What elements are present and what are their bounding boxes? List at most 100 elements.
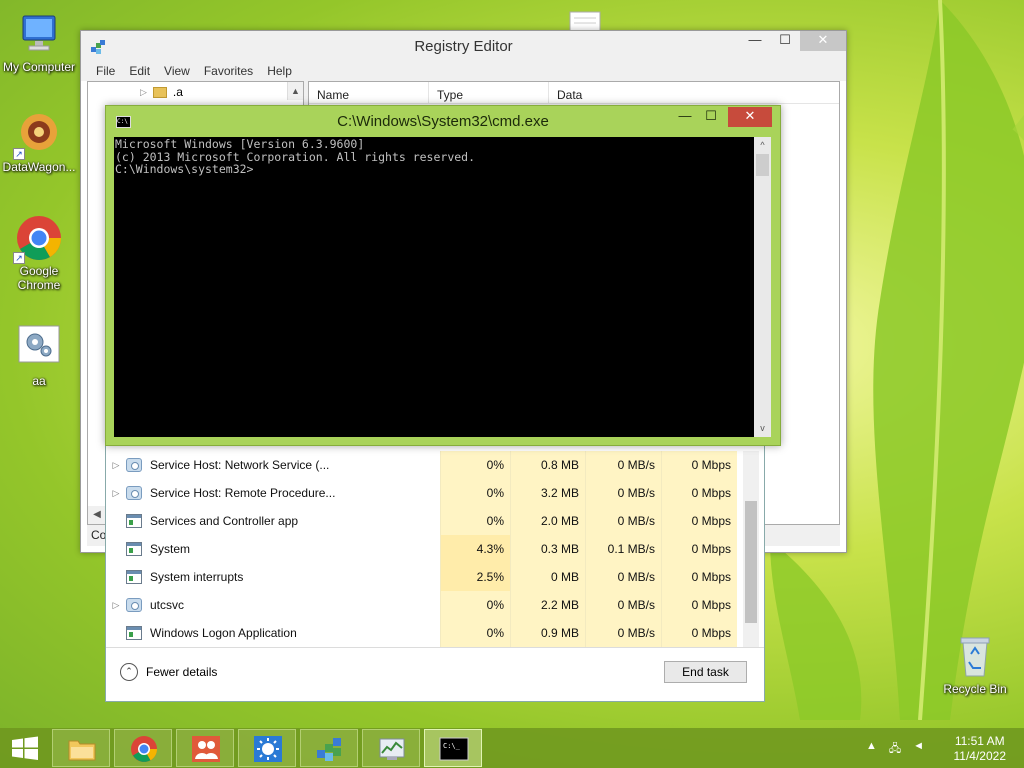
notepad-icon[interactable] xyxy=(568,10,602,32)
process-disk-cell: 0.1 MB/s xyxy=(585,535,661,563)
sun-icon xyxy=(254,736,282,762)
taskbar-command-prompt[interactable]: C:\_ xyxy=(424,729,482,767)
end-task-button[interactable]: End task xyxy=(664,661,747,683)
menu-file[interactable]: File xyxy=(89,61,122,81)
process-row[interactable]: ▷ Service Host: Remote Procedure... 0% 3.2 … xyxy=(106,479,746,507)
desktop-icon-label: My Computer xyxy=(2,60,76,74)
process-row[interactable]: ▷ utcsvc 0% 2.2 MB 0 MB/s 0 Mbps xyxy=(106,591,746,619)
taskbar-registry-editor[interactable] xyxy=(300,729,358,767)
process-memory-cell: 3.2 MB xyxy=(510,479,585,507)
clock-time: 11:51 AM xyxy=(954,734,1005,748)
chrome-icon xyxy=(131,736,158,762)
start-button[interactable] xyxy=(0,728,50,768)
process-disk-cell: 0 MB/s xyxy=(585,619,661,647)
scroll-up-button[interactable]: ▲ xyxy=(287,82,303,100)
process-row[interactable]: System 4.3% 0.3 MB 0.1 MB/s 0 Mbps xyxy=(106,535,746,563)
expand-arrow-icon[interactable]: ▷ xyxy=(106,488,126,499)
process-network-cell: 0 Mbps xyxy=(661,479,737,507)
process-network-cell: 0 Mbps xyxy=(661,591,737,619)
process-disk-cell: 0 MB/s xyxy=(585,591,661,619)
process-memory-cell: 0 MB xyxy=(510,563,585,591)
scroll-up-button[interactable]: ^ xyxy=(754,137,771,154)
desktop-icon-recycle-bin[interactable]: Recycle Bin xyxy=(937,632,1013,696)
chevron-up-icon: ⌃ xyxy=(120,663,138,681)
expand-arrow-icon[interactable]: ▷ xyxy=(106,460,126,471)
console-line: Microsoft Windows [Version 6.3.9600] xyxy=(115,137,365,151)
process-network-cell: 0 Mbps xyxy=(661,507,737,535)
taskbar-people[interactable] xyxy=(176,729,234,767)
taskbar-google-chrome[interactable] xyxy=(114,729,172,767)
process-disk-cell: 0 MB/s xyxy=(585,507,661,535)
process-cpu-cell: 2.5% xyxy=(440,563,510,591)
maximize-button[interactable]: ☐ xyxy=(770,31,800,51)
minimize-button[interactable]: — xyxy=(672,107,698,127)
show-hidden-icons-icon[interactable]: ▲ xyxy=(866,740,877,759)
registry-editor-icon xyxy=(317,738,341,761)
scroll-down-button[interactable]: v xyxy=(754,420,771,437)
process-row[interactable]: Services and Controller app 0% 2.0 MB 0 MB/… xyxy=(106,507,746,535)
column-header-data[interactable]: Data xyxy=(549,82,819,103)
scrollbar-thumb[interactable] xyxy=(745,501,757,623)
desktop-icon-my-computer[interactable]: My Computer xyxy=(1,10,77,74)
fewer-details-label: Fewer details xyxy=(146,665,218,679)
expand-arrow-icon[interactable]: ▷ xyxy=(140,87,147,98)
process-row[interactable]: ▷ Service Host: Network Service (... 0% 0.8… xyxy=(106,451,746,479)
process-cpu-cell: 0% xyxy=(440,591,510,619)
desktop-icon-aa[interactable]: aa xyxy=(1,324,77,388)
fewer-details-toggle[interactable]: ⌃ Fewer details xyxy=(120,663,217,681)
maximize-button[interactable]: ☐ xyxy=(698,107,724,127)
expand-arrow-icon[interactable]: ▷ xyxy=(106,600,126,611)
desktop-icon-datawagon[interactable]: ↗ DataWagon... xyxy=(1,110,77,174)
close-button[interactable]: ✕ xyxy=(800,31,846,51)
volume-icon[interactable]: ◄ xyxy=(913,740,924,759)
svg-text:C:\_: C:\_ xyxy=(443,742,461,750)
process-memory-cell: 0.9 MB xyxy=(510,619,585,647)
scroll-left-button[interactable]: ◀ xyxy=(88,506,106,524)
process-name: Services and Controller app xyxy=(150,514,299,528)
application-icon xyxy=(126,570,142,584)
minimize-button[interactable]: — xyxy=(740,31,770,51)
network-icon[interactable]: 🖧 xyxy=(889,740,901,759)
clock[interactable]: 11:51 AM 11/4/2022 xyxy=(954,734,1007,764)
window-title: Registry Editor xyxy=(414,38,513,55)
menu-help[interactable]: Help xyxy=(260,61,299,81)
process-name: Service Host: Remote Procedure... xyxy=(150,486,336,500)
registry-editor-titlebar[interactable]: Registry Editor — ☐ ✕ xyxy=(81,31,846,61)
task-manager-icon xyxy=(379,738,405,760)
taskbar-file-explorer[interactable] xyxy=(52,729,110,767)
process-memory-cell: 0.3 MB xyxy=(510,535,585,563)
desktop-icon-label: Google Chrome xyxy=(17,264,61,292)
chrome-icon: ↗ xyxy=(13,214,63,264)
close-button[interactable]: ✕ xyxy=(728,107,772,127)
tree-item[interactable]: ▷ .a xyxy=(140,85,183,99)
menu-view[interactable]: View xyxy=(157,61,197,81)
console-scrollbar[interactable]: ^ v xyxy=(754,137,771,437)
process-list-scrollbar[interactable]: ⌄ xyxy=(743,451,759,659)
process-name: Windows Logon Application xyxy=(150,626,297,640)
process-network-cell: 0 Mbps xyxy=(661,563,737,591)
console-output[interactable]: Microsoft Windows [Version 6.3.9600] (c)… xyxy=(114,137,754,437)
column-header-type[interactable]: Type xyxy=(429,82,549,103)
desktop-icon-google-chrome[interactable]: ↗ Google Chrome xyxy=(1,214,77,292)
scrollbar-thumb[interactable] xyxy=(756,154,769,176)
taskbar-task-manager[interactable] xyxy=(362,729,420,767)
process-memory-cell: 2.2 MB xyxy=(510,591,585,619)
application-icon xyxy=(126,542,142,556)
clock-date: 11/4/2022 xyxy=(953,749,1007,763)
cmd-titlebar[interactable]: C:\ C:\Windows\System32\cmd.exe — ☐ ✕ xyxy=(106,106,780,136)
taskbar-sun-app[interactable] xyxy=(238,729,296,767)
process-list[interactable]: ▷ Service Host: Network Service (... 0% 0.8… xyxy=(106,451,746,647)
menu-edit[interactable]: Edit xyxy=(122,61,157,81)
process-disk-cell: 0 MB/s xyxy=(585,451,661,479)
menu-favorites[interactable]: Favorites xyxy=(197,61,260,81)
column-header-name[interactable]: Name xyxy=(309,82,429,103)
process-row[interactable]: System interrupts 2.5% 0 MB 0 MB/s 0 Mbps xyxy=(106,563,746,591)
column-header-row: Name Type Data xyxy=(309,82,839,104)
process-network-cell: 0 Mbps xyxy=(661,535,737,563)
process-name: utcsvc xyxy=(150,598,185,612)
task-manager-window[interactable]: ▷ Service Host: Network Service (... 0% 0.8… xyxy=(105,440,765,702)
command-prompt-icon: C:\_ xyxy=(439,737,469,761)
desktop-icon-label: aa xyxy=(32,374,46,388)
process-row[interactable]: Windows Logon Application 0% 0.9 MB 0 MB/s 0… xyxy=(106,619,746,647)
cmd-window[interactable]: C:\ C:\Windows\System32\cmd.exe — ☐ ✕ Mi… xyxy=(105,105,781,446)
